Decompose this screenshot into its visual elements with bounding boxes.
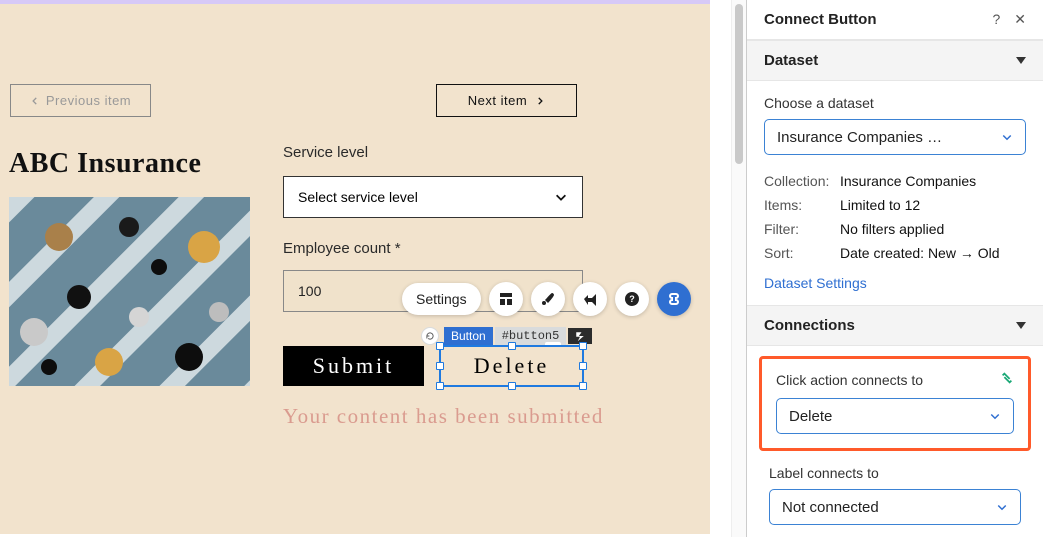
dataset-section-header[interactable]: Dataset bbox=[747, 40, 1043, 81]
chevron-right-icon bbox=[535, 96, 545, 106]
meta-collection-key: Collection: bbox=[764, 173, 840, 189]
help-icon: ? bbox=[624, 291, 640, 307]
company-title: ABC Insurance bbox=[9, 148, 201, 180]
panel-help-icon[interactable]: ? bbox=[992, 11, 1000, 28]
element-toolbar: Settings ? bbox=[402, 282, 691, 316]
toolbar-settings-label: Settings bbox=[416, 291, 467, 307]
meta-filter-key: Filter: bbox=[764, 221, 840, 237]
service-level-select[interactable]: Select service level bbox=[283, 176, 583, 218]
dataset-dropdown-value: Insurance Companies … bbox=[777, 129, 942, 146]
toolbar-layout-button[interactable] bbox=[489, 282, 523, 316]
selection-tag-row: Button #button5 bbox=[444, 327, 592, 345]
submit-button[interactable]: Submit bbox=[283, 346, 424, 386]
dataset-dropdown[interactable]: Insurance Companies … bbox=[764, 119, 1026, 155]
choose-dataset-label: Choose a dataset bbox=[764, 95, 1026, 111]
meta-items-val: Limited to 12 bbox=[840, 197, 920, 213]
next-item-button[interactable]: Next item bbox=[436, 84, 577, 117]
resize-handle-tl[interactable] bbox=[436, 342, 444, 350]
resize-handle-tr[interactable] bbox=[579, 342, 587, 350]
panel-title: Connect Button bbox=[764, 11, 876, 28]
meta-sort-key: Sort: bbox=[764, 245, 840, 261]
canvas-scrollbar[interactable] bbox=[731, 0, 746, 537]
meta-filter-val: No filters applied bbox=[840, 221, 944, 237]
employee-count-value: 100 bbox=[298, 283, 321, 299]
resize-handle-bl[interactable] bbox=[436, 382, 444, 390]
service-level-label: Service level bbox=[283, 144, 368, 161]
reload-icon bbox=[425, 331, 435, 341]
label-connects-dropdown[interactable]: Not connected bbox=[769, 489, 1021, 525]
brush-icon bbox=[540, 291, 556, 307]
meta-filter: Filter: No filters applied bbox=[764, 217, 1026, 241]
dataset-settings-link[interactable]: Dataset Settings bbox=[764, 275, 1026, 291]
label-connects-value: Not connected bbox=[782, 499, 879, 516]
previous-item-button[interactable]: Previous item bbox=[10, 84, 151, 117]
connect-icon bbox=[574, 330, 586, 342]
resize-handle-mr[interactable] bbox=[579, 362, 587, 370]
click-action-dropdown[interactable]: Delete bbox=[776, 398, 1014, 434]
toolbar-design-button[interactable] bbox=[531, 282, 565, 316]
caret-down-icon bbox=[1016, 57, 1026, 64]
meta-items: Items: Limited to 12 bbox=[764, 193, 1026, 217]
company-image[interactable] bbox=[9, 197, 250, 386]
click-action-value: Delete bbox=[789, 408, 832, 425]
meta-sort-val: Date created: New → Old bbox=[840, 245, 1000, 261]
resize-handle-tc[interactable] bbox=[508, 342, 516, 350]
meta-sort: Sort: Date created: New → Old bbox=[764, 241, 1026, 265]
caret-down-icon bbox=[1016, 322, 1026, 329]
connections-section-header[interactable]: Connections bbox=[747, 305, 1043, 346]
connect-data-icon bbox=[666, 291, 682, 307]
submit-button-label: Submit bbox=[313, 353, 395, 379]
layout-icon bbox=[498, 291, 514, 307]
animation-icon bbox=[582, 291, 598, 307]
connections-section-body: Click action connects to Delete Label co… bbox=[747, 346, 1043, 539]
success-message: Your content has been submitted bbox=[283, 402, 604, 430]
resize-handle-bc[interactable] bbox=[508, 382, 516, 390]
connect-panel: Connect Button ? ✕ Dataset Choose a data… bbox=[747, 0, 1043, 537]
canvas-scroll-thumb[interactable] bbox=[735, 4, 743, 164]
chevron-down-icon bbox=[1001, 131, 1013, 143]
toolbar-settings-button[interactable]: Settings bbox=[402, 283, 481, 315]
connections-section-label: Connections bbox=[764, 317, 855, 334]
delete-button-selection[interactable]: Delete bbox=[440, 346, 583, 386]
chevron-down-icon bbox=[554, 190, 568, 204]
employee-count-label: Employee count * bbox=[283, 240, 401, 257]
resize-handle-br[interactable] bbox=[579, 382, 587, 390]
label-connects-label: Label connects to bbox=[769, 465, 1021, 481]
svg-text:?: ? bbox=[629, 294, 635, 304]
click-action-highlight: Click action connects to Delete bbox=[759, 356, 1031, 451]
dataset-section-label: Dataset bbox=[764, 52, 818, 69]
next-item-label: Next item bbox=[468, 93, 527, 108]
editor-canvas-wrapper: Previous item Next item ABC Insurance bbox=[0, 0, 747, 537]
previous-item-label: Previous item bbox=[46, 93, 131, 108]
meta-items-key: Items: bbox=[764, 197, 840, 213]
service-level-placeholder: Select service level bbox=[298, 189, 418, 205]
page-canvas[interactable]: Previous item Next item ABC Insurance bbox=[0, 4, 710, 534]
dataset-section-body: Choose a dataset Insurance Companies … C… bbox=[747, 81, 1043, 305]
selection-type-chip[interactable]: Button bbox=[444, 327, 493, 345]
click-action-label: Click action connects to bbox=[776, 372, 923, 388]
delete-button[interactable]: Delete bbox=[440, 346, 583, 386]
meta-collection: Collection: Insurance Companies bbox=[764, 169, 1026, 193]
toolbar-animation-button[interactable] bbox=[573, 282, 607, 316]
panel-close-icon[interactable]: ✕ bbox=[1014, 11, 1026, 28]
resize-handle-ml[interactable] bbox=[436, 362, 444, 370]
toolbar-help-button[interactable]: ? bbox=[615, 282, 649, 316]
chevron-left-icon bbox=[30, 96, 40, 106]
sync-icon bbox=[1000, 371, 1014, 388]
delete-button-label: Delete bbox=[474, 353, 549, 379]
panel-header: Connect Button ? ✕ bbox=[747, 0, 1043, 40]
meta-collection-val: Insurance Companies bbox=[840, 173, 976, 189]
toolbar-connect-button[interactable] bbox=[657, 282, 691, 316]
chevron-down-icon bbox=[996, 501, 1008, 513]
chevron-down-icon bbox=[989, 410, 1001, 422]
